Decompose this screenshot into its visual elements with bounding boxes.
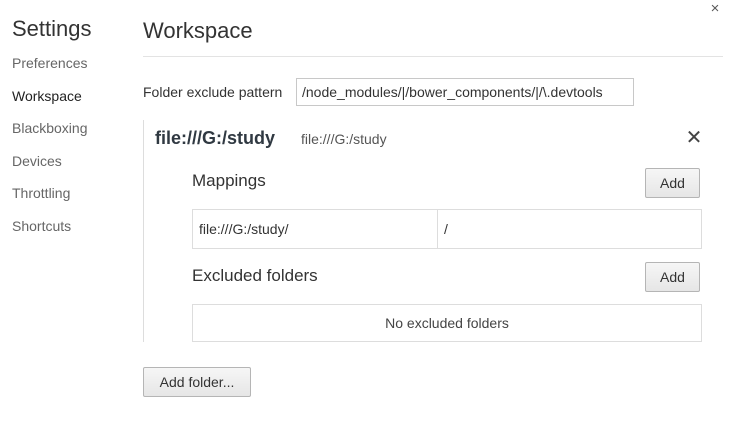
sidebar-item-preferences[interactable]: Preferences [12,47,132,80]
excluded-folders-title: Excluded folders [192,266,318,285]
add-mapping-button[interactable]: Add [645,168,700,198]
add-excluded-folder-button[interactable]: Add [645,262,700,292]
sidebar-item-workspace[interactable]: Workspace [12,80,132,113]
workspace-panel: Workspace Folder exclude pattern file://… [143,14,723,397]
mapping-folder-path[interactable]: / [438,210,701,248]
settings-dialog: × Settings Preferences Workspace Blackbo… [0,0,731,434]
mapping-url-prefix[interactable]: file:///G:/study/ [193,210,438,248]
exclude-pattern-row: Folder exclude pattern [143,78,723,106]
sidebar-item-shortcuts[interactable]: Shortcuts [12,210,132,243]
folder-path: file:///G:/study [301,131,387,147]
mappings-table: file:///G:/study/ / [192,209,702,249]
page-title: Workspace [143,18,253,43]
sidebar-item-blackboxing[interactable]: Blackboxing [12,112,132,145]
sidebar-title: Settings [12,16,92,41]
add-folder-button[interactable]: Add folder... [143,367,251,397]
excluded-folders-list: No excluded folders [192,304,702,342]
mappings-title: Mappings [192,171,266,190]
sidebar-item-throttling[interactable]: Throttling [12,177,132,210]
settings-sidebar: Settings Preferences Workspace Blackboxi… [12,14,132,249]
exclude-pattern-label: Folder exclude pattern [143,84,283,100]
folder-name: file:///G:/study [155,128,276,148]
sidebar-item-devices[interactable]: Devices [12,145,132,178]
workspace-folder: file:///G:/study file:///G:/study ✕ Mapp… [143,120,703,342]
title-divider [143,56,723,57]
sidebar-list: Preferences Workspace Blackboxing Device… [12,53,132,249]
exclude-pattern-input[interactable] [296,78,634,106]
remove-folder-icon[interactable]: ✕ [684,127,704,149]
